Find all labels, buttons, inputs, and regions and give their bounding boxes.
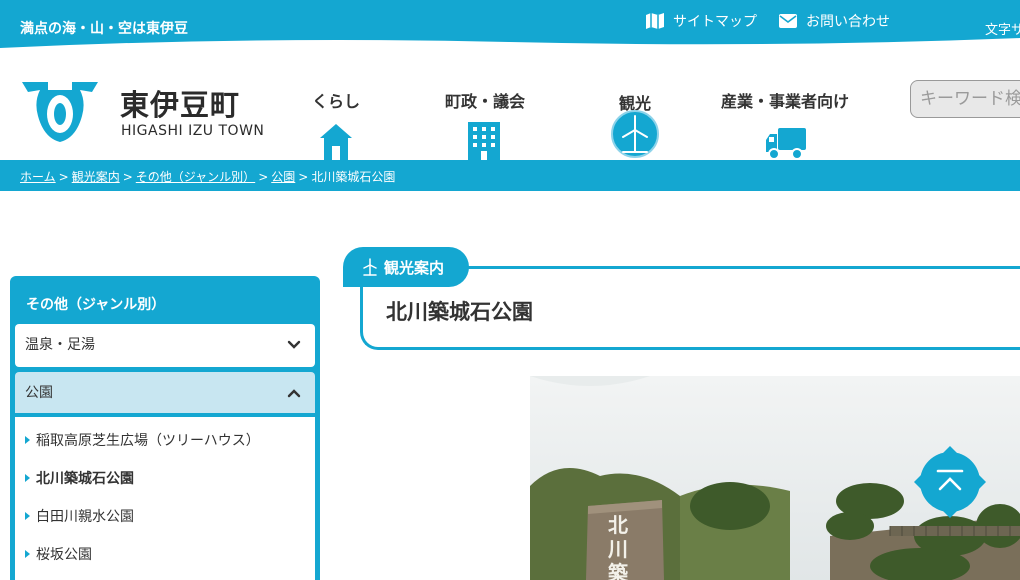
- contact-label: お問い合わせ: [806, 14, 890, 30]
- sublist-item-label: 北川築城石公園: [36, 471, 134, 487]
- town-name-ja: 東伊豆町: [120, 88, 241, 122]
- windmill-icon: [363, 258, 377, 276]
- page-title: 北川築城石公園: [386, 300, 533, 324]
- town-name-en: HIGASHI IZU TOWN: [121, 123, 265, 139]
- breadcrumb-genre[interactable]: その他（ジャンル別）: [136, 170, 255, 184]
- contact-link[interactable]: お問い合わせ: [779, 11, 890, 31]
- font-size-control[interactable]: 文字サ: [985, 19, 1020, 38]
- sublist-item-label: 稲取高原芝生広場（ツリーハウス）: [36, 433, 260, 449]
- chevron-up-icon: [287, 389, 301, 398]
- sublist-item-active[interactable]: 北川築城石公園: [25, 468, 134, 488]
- breadcrumb-separator: >: [298, 170, 309, 184]
- nav-kurashi-label: くらし: [311, 92, 360, 111]
- nav-chosei-gikai[interactable]: 町政・議会: [430, 60, 540, 160]
- breadcrumb-separator: >: [58, 170, 69, 184]
- side-nav-title: その他（ジャンル別）: [26, 297, 166, 313]
- top-utility-bar: 満点の海・山・空は東伊豆 サイトマップ お問い合わせ 文字サ: [0, 0, 1020, 60]
- sublist-item[interactable]: 桜坂公園: [25, 544, 92, 564]
- side-navigation: その他（ジャンル別） 温泉・足湯 公園 稲取高原芝生広場（ツリーハウス） 北川築…: [10, 276, 320, 580]
- search-input[interactable]: [911, 81, 1020, 117]
- nav-kurashi[interactable]: くらし: [296, 60, 376, 160]
- windmill-icon: [611, 110, 659, 158]
- category-koen-label: 公園: [25, 385, 53, 401]
- house-icon: [320, 124, 352, 160]
- tagline: 満点の海・山・空は東伊豆: [20, 21, 188, 37]
- nav-sangyo-label: 産業・事業者向け: [720, 92, 849, 111]
- breadcrumb-home[interactable]: ホーム: [20, 170, 56, 184]
- nav-kanko[interactable]: 観光: [600, 60, 670, 160]
- breadcrumb: ホーム > 観光案内 > その他（ジャンル別） > 公園 > 北川築城石公園: [0, 160, 1020, 191]
- caret-right-icon: [25, 436, 30, 444]
- map-icon: [646, 13, 664, 29]
- section-label: 観光案内: [384, 258, 445, 277]
- breadcrumb-kanko[interactable]: 観光案内: [72, 170, 120, 184]
- sign-text-3: 築: [607, 561, 629, 580]
- nav-chosei-label: 町政・議会: [444, 92, 525, 111]
- caret-right-icon: [25, 474, 30, 482]
- site-header: 東伊豆町 HIGASHI IZU TOWN くらし 町政・議会 観光 産業・事業…: [0, 60, 1020, 160]
- breadcrumb-separator: >: [122, 170, 133, 184]
- sublist-item[interactable]: 稲取高原芝生広場（ツリーハウス）: [25, 430, 260, 450]
- chevron-down-icon: [287, 340, 301, 349]
- category-koen[interactable]: 公園: [15, 372, 315, 415]
- sitemap-link[interactable]: サイトマップ: [646, 11, 757, 31]
- back-to-top-button[interactable]: [914, 446, 986, 518]
- sublist-item[interactable]: 白田川親水公園: [25, 506, 134, 526]
- breadcrumb-separator: >: [258, 170, 269, 184]
- town-emblem-logo[interactable]: [20, 80, 100, 144]
- keyword-search[interactable]: [910, 80, 1020, 118]
- section-tab: 観光案内: [343, 247, 469, 287]
- wave-decoration: [0, 38, 1020, 60]
- sign-text-2: 川: [607, 537, 628, 561]
- sublist-item-label: 白田川親水公園: [36, 509, 134, 525]
- caret-right-icon: [25, 512, 30, 520]
- category-onsen[interactable]: 温泉・足湯: [15, 324, 315, 367]
- breadcrumb-koen[interactable]: 公園: [271, 170, 295, 184]
- caret-right-icon: [25, 550, 30, 558]
- park-sublist: 稲取高原芝生広場（ツリーハウス） 北川築城石公園 白田川親水公園 桜坂公園: [15, 417, 315, 580]
- building-icon: [468, 122, 500, 160]
- sublist-item-label: 桜坂公園: [36, 547, 92, 563]
- truck-icon: [766, 128, 806, 160]
- category-onsen-label: 温泉・足湯: [25, 337, 95, 353]
- sign-text-1: 北: [608, 513, 628, 537]
- nav-sangyo[interactable]: 産業・事業者向け: [712, 60, 858, 160]
- breadcrumb-current: 北川築城石公園: [311, 170, 396, 184]
- envelope-icon: [779, 14, 797, 28]
- sitemap-label: サイトマップ: [673, 14, 757, 30]
